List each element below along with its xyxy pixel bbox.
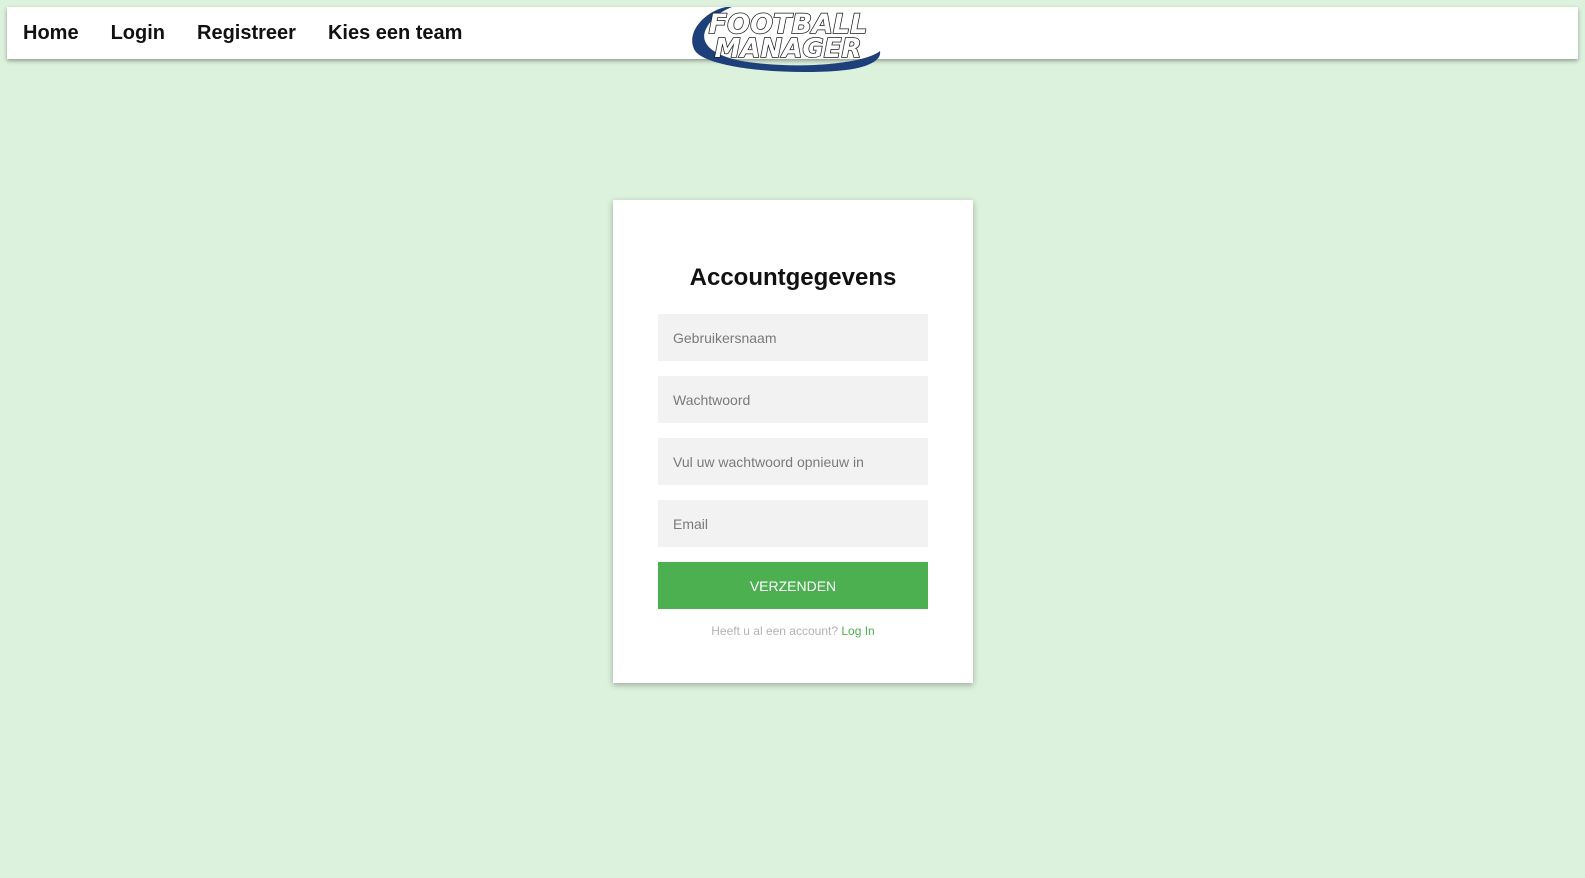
football-manager-logo[interactable]: FOOTBALL MANAGER [686, 1, 884, 73]
nav-home-link[interactable]: Home [23, 22, 79, 45]
form-title: Accountgegevens [689, 264, 897, 291]
register-card: Accountgegevens VERZENDEN Heeft u al een… [613, 200, 973, 683]
password-input[interactable] [658, 376, 928, 423]
email-input[interactable] [658, 500, 928, 547]
nav-login-link[interactable]: Login [111, 22, 165, 45]
main-nav: Home Login Registreer Kies een team [23, 7, 494, 59]
nav-choose-team-link[interactable]: Kies een team [328, 22, 463, 45]
logo-text-manager: MANAGER [715, 34, 862, 64]
password-repeat-input[interactable] [658, 438, 928, 485]
nav-register-link[interactable]: Registreer [197, 22, 296, 45]
login-prompt-text: Heeft u al een account? [711, 624, 839, 638]
login-link[interactable]: Log In [841, 624, 874, 638]
username-input[interactable] [658, 314, 928, 361]
submit-button[interactable]: VERZENDEN [658, 562, 928, 609]
login-prompt: Heeft u al een account? Log In [613, 624, 973, 638]
